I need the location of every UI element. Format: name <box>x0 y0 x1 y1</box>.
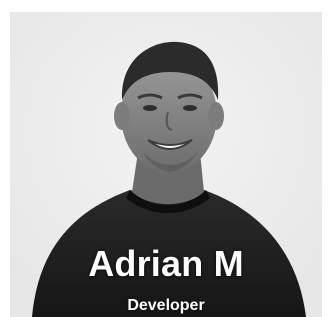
profile-card: Adrian M Developer <box>10 12 322 317</box>
person-role: Developer <box>127 297 205 314</box>
person-name: Adrian M <box>88 243 244 284</box>
